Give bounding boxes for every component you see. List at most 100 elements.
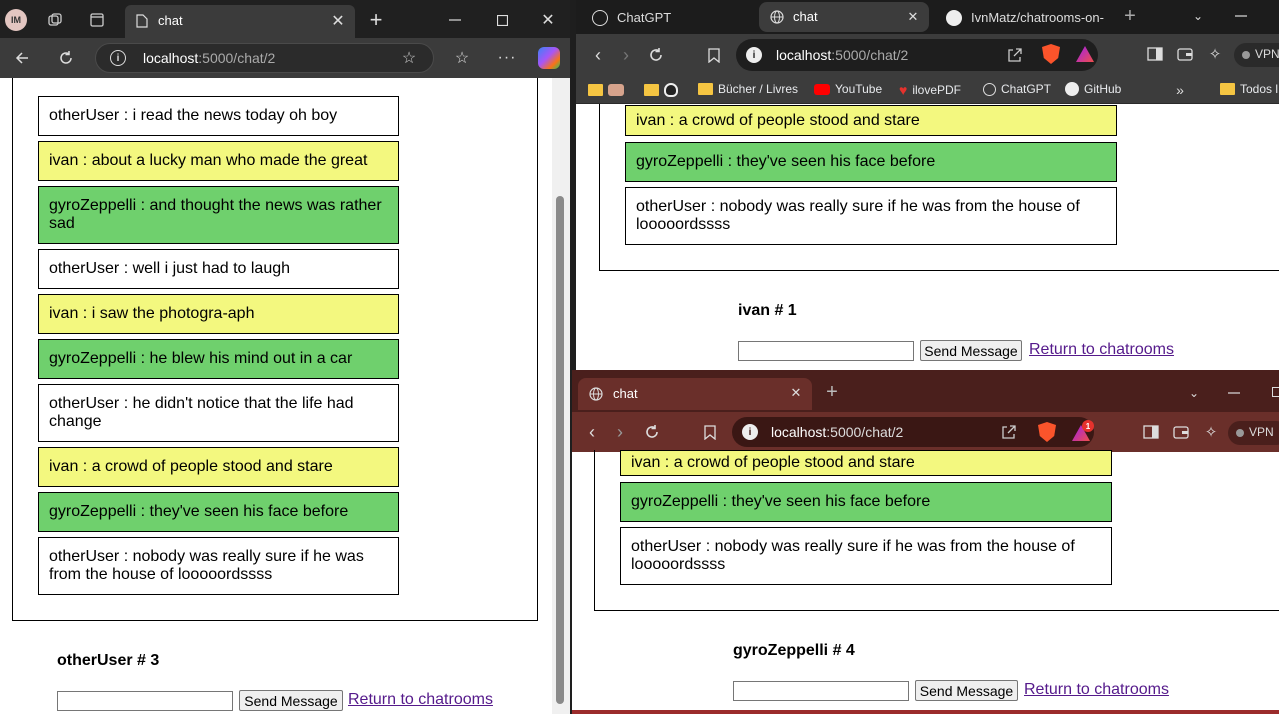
github-icon	[946, 10, 962, 26]
close-tab-icon[interactable]: ✕	[788, 385, 804, 401]
notification-badge: 1	[1082, 420, 1094, 432]
chat-message: ivan : a crowd of people stood and stare	[38, 447, 399, 487]
leo-ai-icon[interactable]: ✧	[1206, 45, 1224, 63]
chat-message: otherUser : nobody was really sure if he…	[38, 537, 399, 595]
scrollbar-thumb[interactable]	[556, 196, 564, 704]
bookmark-youtube[interactable]: YouTube	[814, 82, 882, 96]
address-bar[interactable]: i localhost:5000/chat/2 ☆	[95, 43, 434, 73]
chat-message: otherUser : nobody was really sure if he…	[625, 187, 1117, 245]
bookmark-label: GitHub	[1084, 82, 1122, 96]
minimize-icon[interactable]	[445, 10, 465, 30]
site-info-icon[interactable]: i	[110, 50, 126, 66]
return-to-chatrooms-link[interactable]: Return to chatrooms	[1024, 681, 1169, 699]
copilot-icon[interactable]	[538, 47, 560, 69]
tab-chat-title: chat	[613, 386, 638, 401]
chat-message: gyroZeppelli : he blew his mind out in a…	[38, 339, 399, 379]
vpn-label: VPN	[1249, 425, 1274, 439]
vpn-button[interactable]: VPN	[1234, 43, 1279, 67]
close-tab-icon[interactable]: ✕	[905, 9, 921, 25]
minimize-icon[interactable]	[1224, 383, 1244, 403]
edge-window: IM chat ✕ + ✕ i localhost:5000/chat/2 ☆ …	[0, 0, 570, 714]
minimize-icon[interactable]	[1231, 6, 1251, 26]
leo-ai-icon[interactable]: ✧	[1202, 423, 1220, 441]
tab-chatgpt[interactable]: ChatGPT	[584, 4, 754, 32]
message-input[interactable]	[57, 691, 233, 711]
chat-message: otherUser : nobody was really sure if he…	[620, 527, 1112, 585]
back-icon[interactable]: ‹	[582, 422, 602, 442]
tab-github[interactable]: IvnMatz/chatrooms-on-	[938, 4, 1118, 32]
vpn-button[interactable]: VPN	[1228, 421, 1279, 445]
folder-icon[interactable]	[588, 84, 603, 96]
more-menu-icon[interactable]: ···	[497, 48, 517, 68]
sidebar-icon[interactable]	[1142, 423, 1160, 441]
return-to-chatrooms-link[interactable]: Return to chatrooms	[348, 691, 493, 709]
tab-search-chevron-icon[interactable]: ⌄	[1188, 6, 1208, 26]
wallet-icon[interactable]	[1176, 45, 1194, 63]
sidebar-icon[interactable]	[1146, 45, 1164, 63]
tab-search-chevron-icon[interactable]: ⌄	[1184, 383, 1204, 403]
chatgpt-icon	[592, 10, 608, 26]
bookmark-books[interactable]: Bücher / Livres	[698, 82, 798, 96]
new-tab-icon[interactable]: +	[366, 7, 386, 32]
workspaces-icon[interactable]	[45, 10, 65, 30]
globe-icon	[769, 9, 785, 25]
bookmark-ilovepdf[interactable]: ♥ ilovePDF	[899, 82, 961, 98]
return-to-chatrooms-link[interactable]: Return to chatrooms	[1029, 341, 1174, 359]
site-info-icon[interactable]: i	[746, 47, 762, 63]
chat-message: gyroZeppelli : they've seen his face bef…	[38, 492, 399, 532]
tab-chat[interactable]: chat ✕	[759, 2, 929, 32]
back-icon[interactable]	[11, 47, 33, 69]
message-input[interactable]	[733, 681, 909, 701]
bookmark-chatgpt[interactable]: ChatGPT	[983, 82, 1051, 96]
profile-avatar[interactable]: IM	[5, 9, 27, 31]
reload-icon[interactable]	[646, 45, 666, 65]
share-icon[interactable]	[1006, 46, 1024, 64]
bookmark-label: Bücher / Livres	[718, 82, 799, 96]
maximize-icon[interactable]	[1272, 387, 1279, 397]
back-icon[interactable]: ‹	[588, 45, 608, 65]
bookmark-github[interactable]: GitHub	[1065, 82, 1121, 96]
share-icon[interactable]	[1000, 423, 1018, 441]
forward-icon[interactable]: ›	[610, 422, 630, 442]
vpn-dot-icon	[1242, 51, 1250, 59]
bookmark-icon-penguin[interactable]	[664, 83, 678, 97]
more-bookmarks-icon[interactable]: »	[1172, 82, 1188, 98]
chat-message: ivan : a crowd of people stood and stare	[625, 105, 1117, 136]
globe-icon	[588, 386, 604, 402]
current-user-label: ivan # 1	[738, 302, 797, 319]
close-tab-icon[interactable]: ✕	[329, 12, 347, 30]
vpn-label: VPN	[1255, 47, 1279, 61]
url-text: localhost:5000/chat/2	[771, 424, 904, 440]
bookmark-other[interactable]: Todos l	[1220, 82, 1278, 96]
send-message-button[interactable]: Send Message	[239, 690, 343, 711]
new-tab-icon[interactable]: +	[1120, 5, 1140, 27]
folder-icon	[1220, 83, 1235, 95]
bookmark-icon[interactable]	[700, 422, 720, 442]
tab-chat[interactable]: chat ✕	[125, 5, 355, 38]
chat-message: otherUser : well i just had to laugh	[38, 249, 399, 289]
refresh-icon[interactable]	[55, 47, 77, 69]
message-input[interactable]	[738, 341, 914, 361]
chat-message: ivan : about a lucky man who made the gr…	[38, 141, 399, 181]
close-window-icon[interactable]: ✕	[538, 10, 558, 30]
tab-chat[interactable]: chat ✕	[578, 378, 812, 410]
chat-message: ivan : a crowd of people stood and stare	[620, 450, 1112, 476]
tab-title: chat	[158, 13, 183, 28]
favorite-star-icon[interactable]: ☆	[400, 49, 418, 67]
bookmark-icon-misc[interactable]	[608, 84, 624, 96]
bookmark-label: YouTube	[835, 82, 883, 96]
tab-actions-icon[interactable]	[87, 10, 107, 30]
new-tab-icon[interactable]: +	[822, 381, 842, 403]
folder-icon[interactable]	[644, 84, 659, 96]
chat-message: ivan : i saw the photogra-aph	[38, 294, 399, 334]
send-message-button[interactable]: Send Message	[920, 340, 1022, 361]
site-info-icon[interactable]: i	[742, 424, 758, 440]
forward-icon[interactable]: ›	[616, 45, 636, 65]
send-message-button[interactable]: Send Message	[915, 680, 1018, 701]
reload-icon[interactable]	[642, 422, 662, 442]
favorites-icon[interactable]: ☆	[452, 48, 472, 68]
bookmark-icon[interactable]	[704, 45, 724, 65]
page-scrollbar[interactable]	[552, 78, 570, 714]
wallet-icon[interactable]	[1172, 423, 1190, 441]
maximize-icon[interactable]	[492, 10, 512, 30]
